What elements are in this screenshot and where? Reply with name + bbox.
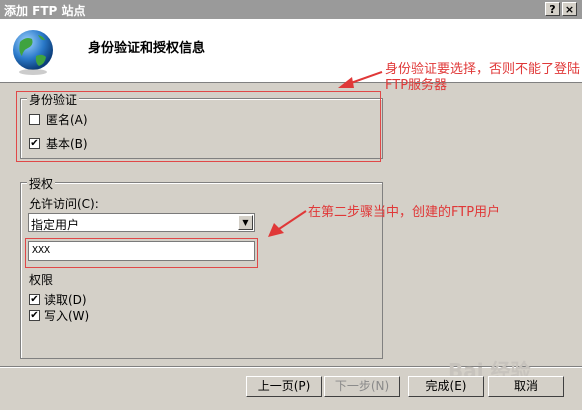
authorization-group-label: 授权 — [27, 175, 56, 192]
back-button[interactable]: 上一页(P) — [246, 376, 322, 397]
arrow-icon — [338, 71, 383, 88]
close-button[interactable]: × — [562, 2, 577, 16]
basic-checkbox[interactable]: ✔ — [29, 138, 40, 149]
anonymous-checkbox[interactable] — [29, 114, 40, 125]
dropdown-arrow-icon[interactable]: ▼ — [238, 215, 253, 230]
basic-label: 基本(B) — [46, 137, 88, 151]
allow-access-label: 允许访问(C): — [29, 197, 99, 211]
read-checkbox[interactable]: ✔ — [29, 294, 40, 305]
user-input[interactable]: XXX — [28, 241, 255, 261]
user-input-value: XXX — [32, 245, 51, 256]
help-button[interactable]: ? — [545, 2, 560, 16]
checkmark-icon: ✔ — [30, 138, 39, 149]
write-checkbox[interactable]: ✔ — [29, 310, 40, 321]
page-title: 身份验证和授权信息 — [88, 41, 206, 56]
checkmark-icon: ✔ — [30, 294, 39, 305]
authentication-group-label: 身份验证 — [27, 91, 80, 108]
window-title: 添加 FTP 站点 — [4, 4, 86, 18]
arrow-icon — [268, 210, 307, 237]
globe-icon — [13, 30, 53, 75]
read-label: 读取(D) — [44, 293, 87, 307]
permissions-label: 权限 — [29, 273, 54, 287]
user-annotation: 在第二步骤当中，创建的FTP用户 — [308, 205, 501, 220]
cancel-button[interactable]: 取消 — [488, 376, 564, 397]
allow-access-value: 指定用户 — [31, 218, 80, 232]
auth-annotation: 身份验证要选择，否则不能了登陆FTP服务器 — [385, 62, 581, 93]
allow-access-select[interactable]: 指定用户 ▼ — [28, 213, 255, 232]
write-label: 写入(W) — [44, 309, 90, 323]
anonymous-label: 匿名(A) — [46, 113, 88, 127]
finish-button[interactable]: 完成(E) — [408, 376, 484, 397]
title-bar: 添加 FTP 站点 ? × — [0, 0, 582, 19]
checkmark-icon: ✔ — [30, 310, 39, 321]
next-button[interactable]: 下一步(N) — [324, 376, 400, 397]
